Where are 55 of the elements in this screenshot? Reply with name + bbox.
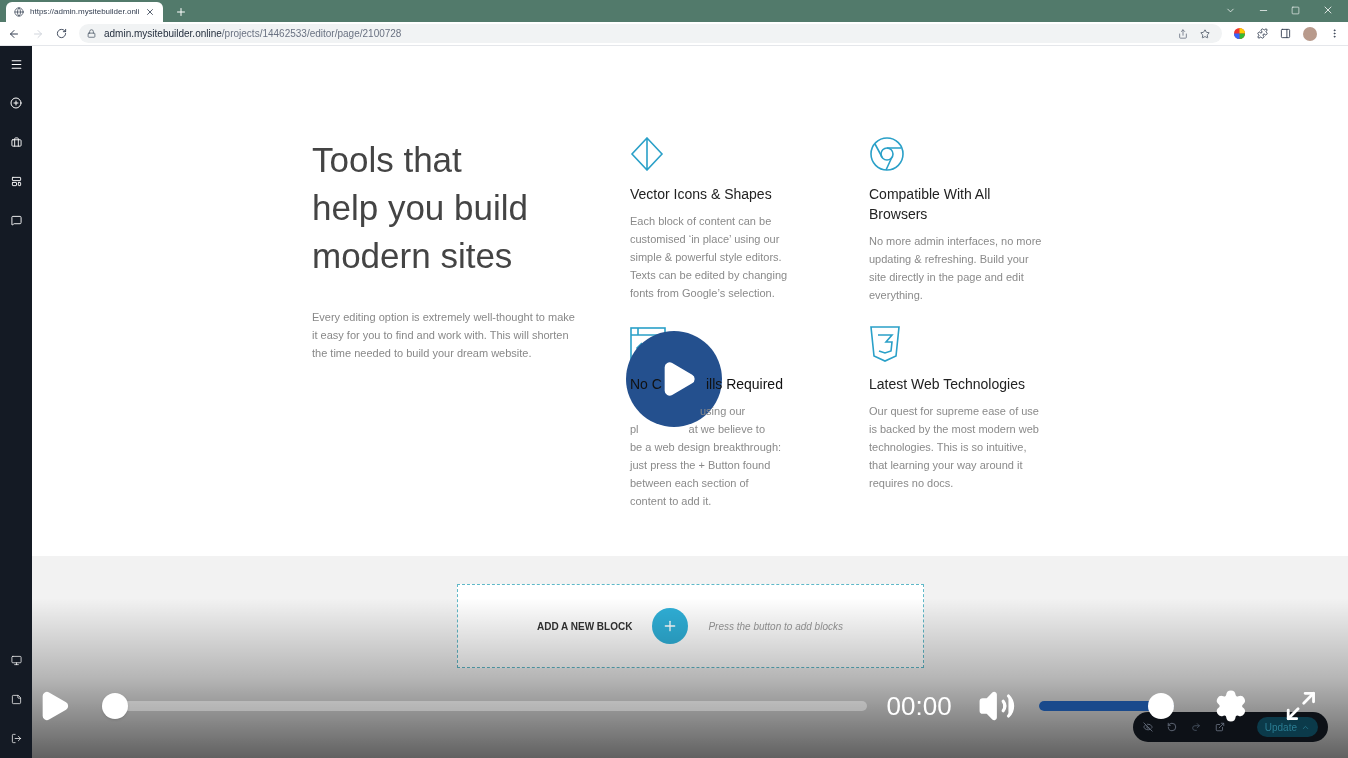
layout-icon[interactable]: [10, 176, 22, 187]
round-logo-icon: [869, 136, 905, 172]
briefcase-icon[interactable]: [10, 137, 22, 148]
feature-text: Each block of content can be customised ‘in place’ using our simple & powerful style editors. Texts can be edited by changing fonts from Google’s selection.: [630, 214, 789, 301]
add-block-label: ADD A NEW BLOCK: [537, 619, 633, 634]
side-panel-icon[interactable]: [1280, 28, 1291, 39]
close-icon[interactable]: [1322, 4, 1334, 16]
undo-icon[interactable]: [1167, 722, 1177, 732]
exit-icon[interactable]: [10, 733, 22, 744]
star-icon[interactable]: [1200, 28, 1210, 39]
section-heading: Tools that help you build modern sites: [312, 139, 529, 277]
external-link-icon[interactable]: [1215, 722, 1225, 732]
feature-title: Vector Icons & Shapes: [630, 185, 773, 204]
close-icon[interactable]: [145, 7, 156, 17]
feature-title: Compatible With All Browsers: [869, 185, 992, 224]
add-block-hint: Press the button to add blocks: [708, 619, 843, 634]
globe-icon: [14, 7, 24, 17]
restore-icon[interactable]: [1291, 5, 1300, 15]
reload-icon[interactable]: [56, 28, 67, 39]
back-icon[interactable]: [8, 27, 20, 40]
feature-text: between each section of: [630, 476, 749, 491]
fullscreen-icon[interactable]: [1284, 689, 1318, 723]
color-wheel-icon[interactable]: [1234, 28, 1245, 39]
share-icon[interactable]: [1178, 28, 1188, 39]
progress-slider[interactable]: [101, 693, 867, 719]
lock-icon: [87, 29, 96, 38]
profile-avatar[interactable]: [1303, 26, 1317, 41]
shield-three-icon: [869, 326, 901, 362]
feature-text: content to add it.: [630, 494, 712, 509]
section-text: Every editing option is extremely well-thought to make it easy for you to find and work with. This will shorten the time needed to build your dream website.: [312, 310, 576, 361]
feature-title: Latest Web Technologies: [869, 375, 1026, 394]
feature-text: at we believe to: [688, 422, 765, 437]
feature-text: Our quest for supreme ease of use is backed by the most modern web technologies. This is so intuitive, that learning your way around it requires no docs.: [869, 404, 1040, 491]
address-field[interactable]: admin.mysitebuilder.online/projects/14462533/editor/page/2100728: [79, 24, 1222, 43]
add-circle-icon[interactable]: [10, 97, 22, 109]
url-text: admin.mysitebuilder.online/projects/14462533/editor/page/2100728: [104, 27, 402, 41]
time-label: 00:00: [886, 689, 952, 723]
new-tab-icon[interactable]: [175, 6, 188, 18]
feature-title: No C: [630, 375, 662, 394]
feature-text: pl: [630, 422, 639, 437]
feature-text: be a web design breakthrough:: [630, 440, 782, 455]
note-icon[interactable]: [10, 694, 22, 705]
feature-title: ills Required: [705, 375, 783, 394]
browser-tab[interactable]: https://admin.mysitebuilder.onli: [6, 2, 164, 22]
feature-text: No more admin interfaces, no more updating & refreshing. Build your site directly in the page and edit everything.: [869, 234, 1043, 303]
add-block-button[interactable]: [652, 608, 689, 644]
feature-text: just press the + Button found: [630, 458, 771, 473]
tab-title: https://admin.mysitebuilder.onli: [30, 6, 140, 18]
puzzle-icon[interactable]: [1257, 28, 1268, 39]
volume-slider[interactable]: [1039, 693, 1175, 719]
menu-icon[interactable]: [9, 58, 23, 71]
chat-icon[interactable]: [10, 215, 22, 226]
monitor-icon[interactable]: [10, 655, 22, 666]
eye-off-icon[interactable]: [1143, 722, 1153, 732]
diamond-icon: [630, 137, 664, 171]
